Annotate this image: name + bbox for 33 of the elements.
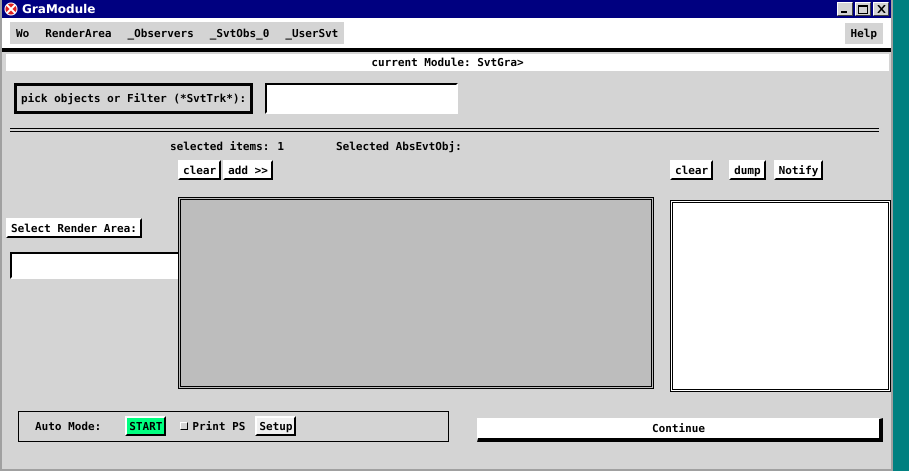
current-module-text: current Module: SvtGra> [6,54,889,71]
clear-button[interactable]: clear [178,160,222,180]
menu-item[interactable]: Wo [16,26,30,40]
menu-item[interactable]: _Observers [127,26,194,40]
close-button[interactable] [873,2,889,16]
filter-label: pick objects or Filter (*SvtTrk*): [14,83,254,114]
print-ps-checkbox[interactable] [180,422,188,430]
help-menu[interactable]: Help [844,22,883,44]
window-title: GraModule [22,2,96,16]
dump-button[interactable]: dump [729,160,766,180]
notify-button[interactable]: Notify [774,160,824,180]
continue-button[interactable]: Continue [477,418,883,442]
print-ps-label: Print PS [192,420,246,432]
start-button[interactable]: START [125,416,166,436]
render-area-input[interactable] [10,252,180,279]
menu-item[interactable]: _UserSvt [285,26,338,40]
selected-items-label: selected items: [170,140,270,152]
close-icon [876,5,886,13]
minimize-button[interactable] [837,2,853,16]
filter-input[interactable] [265,83,458,114]
maximize-icon [858,4,868,14]
app-icon [4,2,18,16]
selected-items-count: 1 [277,140,284,152]
menu-item[interactable]: RenderArea [45,26,112,40]
clear-button[interactable]: clear [670,160,714,180]
setup-button[interactable]: Setup [255,416,296,436]
maximize-button[interactable] [855,2,871,16]
object-list[interactable] [670,200,891,392]
menu-item[interactable]: _SvtObs_0 [210,26,270,40]
select-render-area-button[interactable]: Select Render Area: [6,218,142,238]
auto-mode-label: Auto Mode: [35,420,102,432]
selected-objects-label: Selected AbsEvtObj: [336,140,462,152]
add-button[interactable]: add >> [223,160,273,180]
